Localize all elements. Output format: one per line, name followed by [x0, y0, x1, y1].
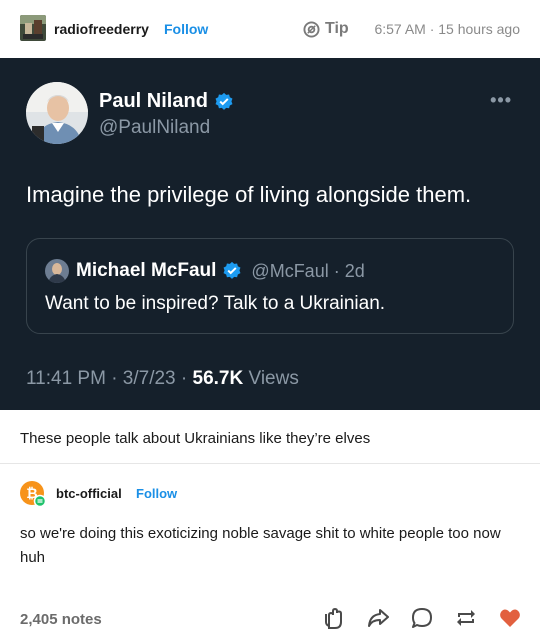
follow-button[interactable]: Follow [164, 21, 208, 37]
tweet-author-handle: @PaulNiland [99, 117, 211, 138]
tweet-author-row: Paul Niland [99, 90, 234, 113]
tweet-screenshot: Paul Niland @PaulNiland ••• Imagine the … [0, 58, 540, 410]
quoted-author-name: Michael McFaul [76, 260, 217, 281]
tweet-views-count: 56.7K [192, 368, 244, 389]
tweet-meta-time: 11:41 PM · 3/7/23 · [26, 368, 193, 389]
reblog-avatar[interactable]: ₿ [20, 481, 47, 508]
quoted-tweet: Michael McFaul @McFaul · 2d Want to be i… [26, 238, 514, 334]
tip-button[interactable]: Tip [303, 18, 349, 40]
post-username[interactable]: radiofreederry [54, 21, 149, 37]
quoted-avatar [45, 259, 69, 283]
post-actions [322, 606, 522, 630]
tweet-text: Imagine the privilege of living alongsid… [26, 182, 472, 207]
reblog-icon[interactable] [454, 606, 478, 630]
avatar[interactable] [20, 15, 46, 41]
quoted-author-row: Michael McFaul @McFaul · 2d [76, 260, 365, 282]
reblog-username[interactable]: btc-official [56, 486, 122, 501]
quoted-tweet-text: Want to be inspired? Talk to a Ukrainian… [45, 293, 386, 314]
tweet-meta: 11:41 PM · 3/7/23 · 56.7K Views [26, 368, 299, 390]
more-dots-icon: ••• [490, 90, 512, 110]
reblog-text: so we're doing this exoticizing noble sa… [20, 525, 501, 566]
tweet-views-label: Views [243, 368, 299, 389]
share-icon[interactable] [366, 606, 390, 630]
tip-icon [303, 20, 320, 38]
tweet-author-name: Paul Niland [99, 90, 208, 112]
reblog-follow-button[interactable]: Follow [136, 486, 177, 501]
verified-badge-icon [215, 92, 233, 110]
reply-icon[interactable] [410, 606, 434, 630]
divider [0, 463, 540, 464]
post-timestamp[interactable]: 6:57 AM · 15 hours ago [374, 21, 520, 37]
clap-icon[interactable] [322, 606, 346, 630]
post-caption: These people talk about Ukrainians like … [20, 430, 371, 447]
notes-count[interactable]: 2,405 notes [20, 611, 102, 628]
verified-badge-icon [223, 261, 241, 279]
like-heart-icon[interactable] [498, 606, 522, 630]
quoted-author-handle: @McFaul · 2d [251, 260, 365, 281]
post-header: radiofreederry Follow Tip 6:57 AM · 15 h… [0, 0, 540, 58]
tip-label: Tip [325, 20, 349, 37]
tweet-avatar [26, 82, 88, 144]
